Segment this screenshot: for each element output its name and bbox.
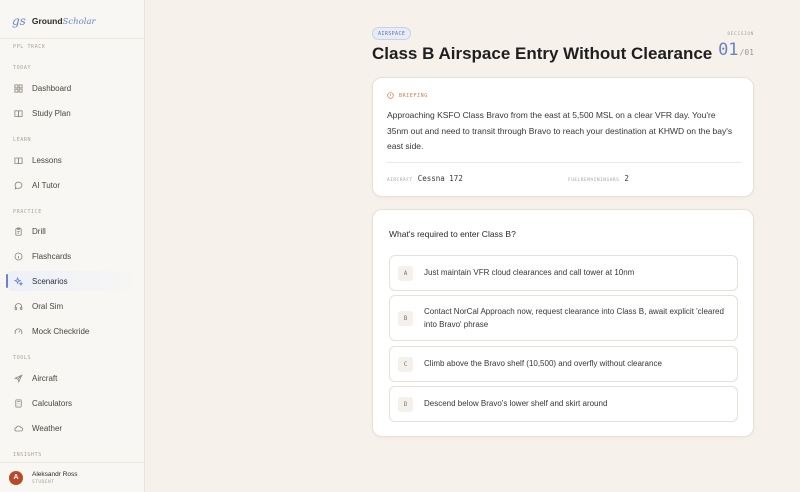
sidebar-item-oral-sim[interactable]: Oral Sim	[8, 296, 132, 316]
sparkle-icon	[14, 276, 23, 286]
briefing-card: BRIEFING Approaching KSFO Class Bravo fr…	[372, 77, 754, 197]
alert-circle-icon	[387, 92, 394, 99]
option-letter: D	[398, 396, 413, 412]
sidebar-item-label: Drill	[32, 226, 46, 236]
section-today: TODAY	[13, 65, 32, 71]
sidebar-item-label: Calculators	[32, 398, 73, 408]
sidebar-item-study-plan[interactable]: Study Plan	[8, 103, 132, 123]
option-text: Descend below Bravo's lower shelf and sk…	[424, 399, 608, 409]
briefing-header: BRIEFING	[387, 92, 428, 99]
briefing-label: BRIEFING	[399, 92, 428, 99]
option-text: Just maintain VFR cloud clearances and c…	[424, 268, 635, 278]
question-card: What's required to enter Class B? A Just…	[372, 209, 754, 437]
answer-option-c[interactable]: C Climb above the Bravo shelf (10,500) a…	[389, 346, 738, 382]
sidebar-item-label: Dashboard	[32, 83, 72, 93]
section-insights: INSIGHTS	[13, 452, 42, 458]
sidebar-item-drill[interactable]: Drill	[8, 221, 132, 241]
sidebar-item-flashcards[interactable]: Flashcards	[8, 246, 132, 266]
aircraft-value: Cessna 172	[417, 174, 463, 183]
sidebar-item-label: Scenarios	[32, 276, 68, 286]
option-text: Climb above the Bravo shelf (10,500) and…	[424, 359, 662, 369]
decision-counter: 01 /01	[718, 40, 754, 60]
brand-name: GroundScholar	[31, 15, 96, 27]
info-circle-icon	[14, 252, 23, 260]
user-name: Aleksandr Ross	[32, 470, 78, 478]
aircraft-meta: AIRCRAFT Cessna 172	[387, 174, 463, 183]
briefing-text: Approaching KSFO Class Bravo from the ea…	[387, 110, 733, 151]
sidebar-item-label: AI Tutor	[32, 180, 61, 190]
sidebar-item-label: Lessons	[32, 155, 62, 165]
option-letter: A	[398, 265, 413, 281]
track-label: PPL TRACK	[13, 44, 46, 50]
sidebar-item-aircraft[interactable]: Aircraft	[8, 368, 132, 388]
option-letter: C	[398, 356, 413, 372]
user-info: Aleksandr Ross STUDENT	[32, 471, 78, 485]
sidebar-item-label: Study Plan	[32, 108, 71, 118]
main-content: AIRSPACE Class B Airspace Entry Without …	[145, 0, 800, 492]
sidebar-item-lessons[interactable]: Lessons	[8, 150, 132, 170]
cloud-icon	[14, 425, 23, 431]
user-profile[interactable]: A Aleksandr Ross STUDENT	[0, 462, 145, 492]
section-tools: TOOLS	[13, 355, 32, 361]
sidebar-item-dashboard[interactable]: Dashboard	[8, 78, 132, 98]
brand-mark: gs	[12, 14, 26, 28]
decision-current: 01	[718, 40, 739, 60]
sidebar-item-label: Flashcards	[32, 251, 72, 261]
book-icon	[14, 157, 23, 164]
sidebar-item-mock-checkride[interactable]: Mock Checkride	[8, 321, 132, 341]
sidebar-item-calculators[interactable]: Calculators	[8, 393, 132, 413]
dashboard-icon	[14, 83, 23, 93]
brand-logo[interactable]: gs GroundScholar	[12, 14, 96, 28]
sidebar-item-label: Oral Sim	[32, 301, 64, 311]
airplane-icon	[14, 373, 23, 383]
chat-bubble-icon	[14, 181, 23, 190]
category-tag: AIRSPACE	[372, 27, 412, 40]
section-learn: LEARN	[13, 137, 32, 143]
brand-divider	[0, 38, 145, 39]
book-open-icon	[14, 109, 23, 117]
fuel-value: 2	[624, 174, 629, 183]
clipboard-icon	[15, 226, 22, 236]
fuel-label: FUELREMAININGHRS	[568, 178, 620, 183]
question-prompt: What's required to enter Class B?	[389, 229, 516, 239]
sidebar: gs GroundScholar PPL TRACK TODAY Dashboa…	[0, 0, 145, 492]
sidebar-item-label: Weather	[32, 423, 63, 433]
user-role: STUDENT	[32, 479, 55, 485]
gauge-icon	[14, 327, 23, 334]
decision-label: DECISION	[727, 32, 754, 37]
sidebar-item-label: Aircraft	[32, 373, 58, 383]
option-text: Contact NorCal Approach now, request cle…	[424, 306, 724, 330]
sidebar-item-label: Mock Checkride	[32, 326, 90, 336]
briefing-divider	[387, 162, 741, 163]
option-letter: B	[398, 310, 413, 326]
answer-option-a[interactable]: A Just maintain VFR cloud clearances and…	[389, 255, 738, 291]
decision-total: /01	[739, 48, 754, 57]
sidebar-item-weather[interactable]: Weather	[8, 418, 132, 438]
answer-option-b[interactable]: B Contact NorCal Approach now, request c…	[389, 295, 738, 341]
headphones-icon	[14, 302, 23, 310]
page-title: Class B Airspace Entry Without Clearance	[372, 44, 713, 63]
calculator-icon	[15, 398, 22, 408]
avatar: A	[9, 470, 23, 485]
sidebar-item-scenarios[interactable]: Scenarios	[6, 271, 132, 291]
aircraft-label: AIRCRAFT	[387, 178, 413, 183]
fuel-meta: FUELREMAININGHRS 2	[568, 174, 629, 183]
sidebar-item-ai-tutor[interactable]: AI Tutor	[8, 175, 132, 195]
answer-option-d[interactable]: D Descend below Bravo's lower shelf and …	[389, 386, 738, 422]
section-practice: PRACTICE	[13, 209, 42, 215]
